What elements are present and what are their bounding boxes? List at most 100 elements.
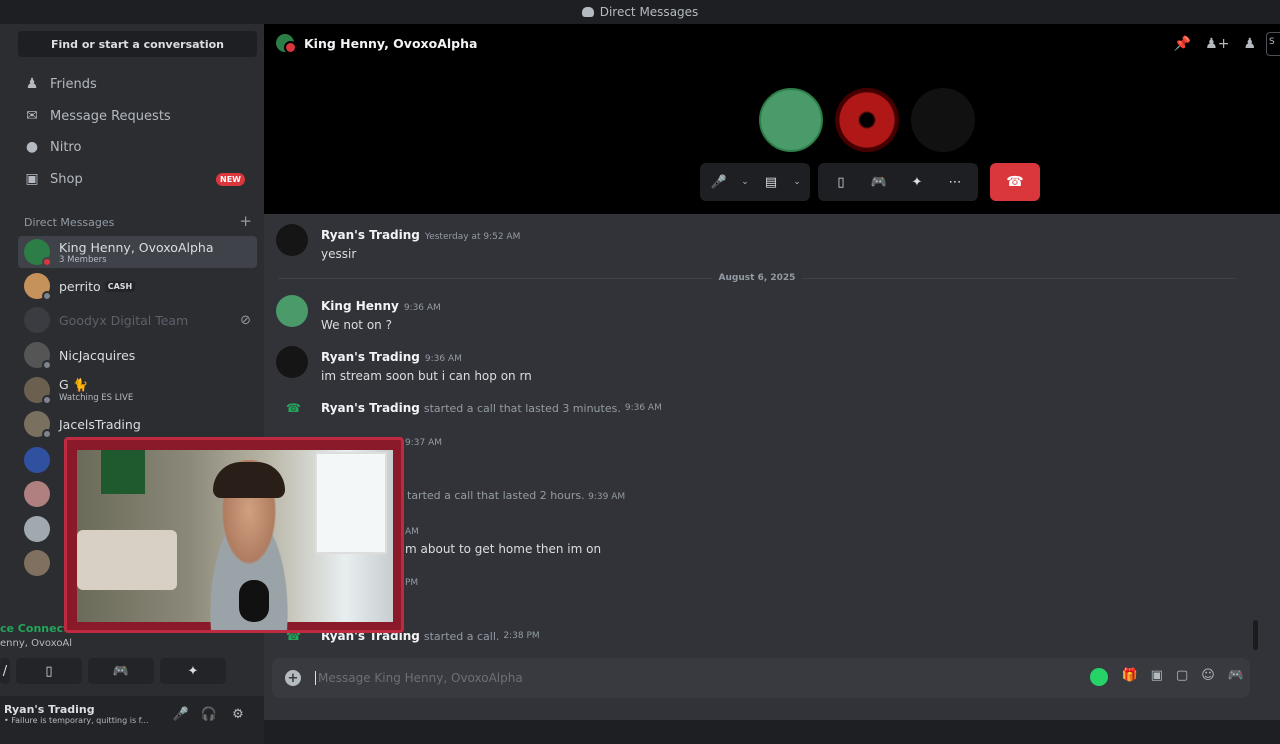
- dm-subtitle: 3 Members: [59, 254, 107, 265]
- emoji-icon[interactable]: ☺: [1201, 668, 1215, 686]
- sidebar-item-friends[interactable]: ♟ Friends: [18, 69, 257, 99]
- background-flag: [101, 450, 145, 494]
- channel-title: King Henny, OvoxoAlpha: [304, 35, 478, 51]
- find-conversation-button[interactable]: Find or start a conversation: [18, 31, 257, 57]
- shop-icon: ▣: [25, 171, 39, 187]
- participant-avatar[interactable]: [759, 88, 823, 152]
- dm-item-nicjacquires[interactable]: NicJacquires: [18, 339, 257, 371]
- avatar[interactable]: [276, 346, 308, 378]
- pin-icon[interactable]: 📌: [1174, 36, 1191, 52]
- participant-avatar[interactable]: [911, 88, 975, 152]
- activity-group: ▯ 🎮 ✦ ⋯: [818, 163, 978, 201]
- group-dm-icon: [276, 34, 297, 54]
- streamer-hair: [213, 462, 285, 498]
- sidebar-item-shop[interactable]: ▣ Shop NEW: [18, 164, 257, 194]
- dm-item-group[interactable]: King Henny, OvoxoAlpha 3 Members: [18, 236, 257, 268]
- dm-name: JacelsTrading: [59, 416, 141, 432]
- message-timestamp: 9:36 AM: [424, 354, 462, 364]
- participant-avatar[interactable]: [835, 88, 899, 152]
- webcam-feed: [77, 450, 393, 630]
- message-timestamp: 9:39 AM: [588, 492, 626, 502]
- share-screen-icon[interactable]: ▯: [16, 658, 82, 684]
- webcam-overlay: [64, 437, 404, 633]
- voice-controls: / ▯ 🎮 ✦: [0, 658, 264, 684]
- status-indicator: [42, 429, 52, 439]
- avatar: [24, 307, 50, 333]
- message: Ryan's Trading 9:36 AM im stream soon but…: [276, 346, 532, 383]
- microphone: [239, 580, 269, 622]
- create-dm-plus-icon[interactable]: +: [239, 214, 252, 229]
- avatar[interactable]: [276, 224, 308, 256]
- headphones-icon[interactable]: 🎧: [199, 704, 219, 724]
- dm-item-jacelstrading[interactable]: JacelsTrading: [18, 408, 257, 440]
- voice-connected-status: ce Connect: [0, 622, 69, 635]
- microphone-icon[interactable]: 🎤: [171, 704, 191, 724]
- whatsapp-icon[interactable]: [1090, 668, 1109, 686]
- chevron-down-icon[interactable]: ⌄: [738, 169, 752, 195]
- call-area: King Henny, OvoxoAlpha 📌 ♟+ ♟ S 🎤 ⌄ ▤ ⌄ …: [264, 24, 1280, 214]
- soundboard-icon[interactable]: ✦: [904, 169, 930, 195]
- channel-header: King Henny, OvoxoAlpha: [276, 34, 478, 54]
- microphone-icon[interactable]: 🎤: [706, 169, 732, 195]
- avatar: [24, 411, 52, 439]
- sidebar-item-label: Friends: [50, 76, 97, 92]
- voice-channel-name[interactable]: enny, OvoxoAl: [0, 638, 72, 649]
- avatar: [24, 550, 50, 576]
- share-screen-icon[interactable]: ▯: [828, 169, 854, 195]
- message-timestamp: 2:38 PM: [503, 631, 540, 641]
- message-author[interactable]: Ryan's Trading: [321, 401, 420, 415]
- user-name[interactable]: Ryan's Trading: [4, 703, 95, 716]
- message-input[interactable]: [315, 671, 1015, 685]
- call-text: tarted a call that lasted 2 hours. 9:39 …: [407, 489, 625, 502]
- dm-name: King Henny, OvoxoAlpha: [59, 239, 214, 255]
- sticker-icon[interactable]: ▢: [1176, 668, 1188, 686]
- camera-off-icon[interactable]: /: [0, 658, 10, 684]
- message-author[interactable]: King Henny: [321, 299, 399, 313]
- date-divider-label: August 6, 2025: [712, 273, 802, 283]
- dm-item-goodyx[interactable]: Goodyx Digital Team ⊘: [18, 304, 257, 336]
- more-options-icon[interactable]: ⋯: [942, 169, 968, 195]
- background-window: [315, 452, 387, 554]
- sidebar-item-message-requests[interactable]: ✉ Message Requests: [18, 101, 257, 131]
- call-system-message: ☎ Ryan's Trading started a call that las…: [286, 401, 662, 415]
- dm-item-perrito[interactable]: perrito CASH: [18, 270, 257, 302]
- member-list-icon[interactable]: ♟: [1243, 36, 1256, 52]
- message-content: yessir: [321, 247, 357, 261]
- cash-tag: CASH: [104, 280, 136, 292]
- add-friends-icon[interactable]: ♟+: [1205, 36, 1229, 52]
- avatar: [24, 273, 52, 301]
- chevron-down-icon[interactable]: ⌄: [790, 169, 804, 195]
- avatar: [24, 447, 50, 473]
- search-input-edge[interactable]: S: [1266, 32, 1280, 56]
- sidebar-item-label: Message Requests: [50, 108, 171, 124]
- avatar: [24, 481, 50, 507]
- camera-off-icon[interactable]: ▤: [758, 169, 784, 195]
- avatar[interactable]: [276, 295, 308, 327]
- settings-gear-icon[interactable]: ⚙: [228, 704, 248, 724]
- message-author[interactable]: Ryan's Trading: [321, 228, 420, 242]
- gift-icon[interactable]: 🎁: [1121, 668, 1137, 686]
- title-bar: Direct Messages: [0, 0, 1280, 24]
- date-divider: August 6, 2025: [278, 273, 1236, 283]
- dm-name: NicJacquires: [59, 347, 136, 363]
- audio-video-group: 🎤 ⌄ ▤ ⌄: [700, 163, 810, 201]
- scrollbar-thumb[interactable]: [1253, 620, 1258, 650]
- add-attachment-icon[interactable]: +: [285, 670, 301, 686]
- message-author[interactable]: Ryan's Trading: [321, 350, 420, 364]
- message-timestamp: 9:36 AM: [624, 403, 662, 413]
- dm-item-g[interactable]: G 🐈 Watching ES LIVE: [18, 374, 257, 406]
- avatar: [24, 516, 50, 542]
- call-text: started a call that lasted 3 minutes.: [423, 401, 621, 415]
- status-indicator: [42, 395, 52, 405]
- blocked-icon: ⊘: [240, 312, 251, 328]
- main-panel: King Henny, OvoxoAlpha 📌 ♟+ ♟ S 🎤 ⌄ ▤ ⌄ …: [264, 24, 1280, 720]
- soundboard-icon[interactable]: ✦: [160, 658, 226, 684]
- apps-icon[interactable]: 🎮: [1228, 668, 1244, 686]
- gif-icon[interactable]: ▣: [1151, 668, 1163, 686]
- sidebar-item-label: Nitro: [50, 139, 82, 155]
- activity-icon[interactable]: 🎮: [88, 658, 154, 684]
- disconnect-call-button[interactable]: ☎: [990, 163, 1040, 201]
- activity-icon[interactable]: 🎮: [866, 169, 892, 195]
- sidebar-item-nitro[interactable]: ● Nitro: [18, 132, 257, 162]
- message: King Henny 9:36 AM We not on ?: [276, 295, 441, 332]
